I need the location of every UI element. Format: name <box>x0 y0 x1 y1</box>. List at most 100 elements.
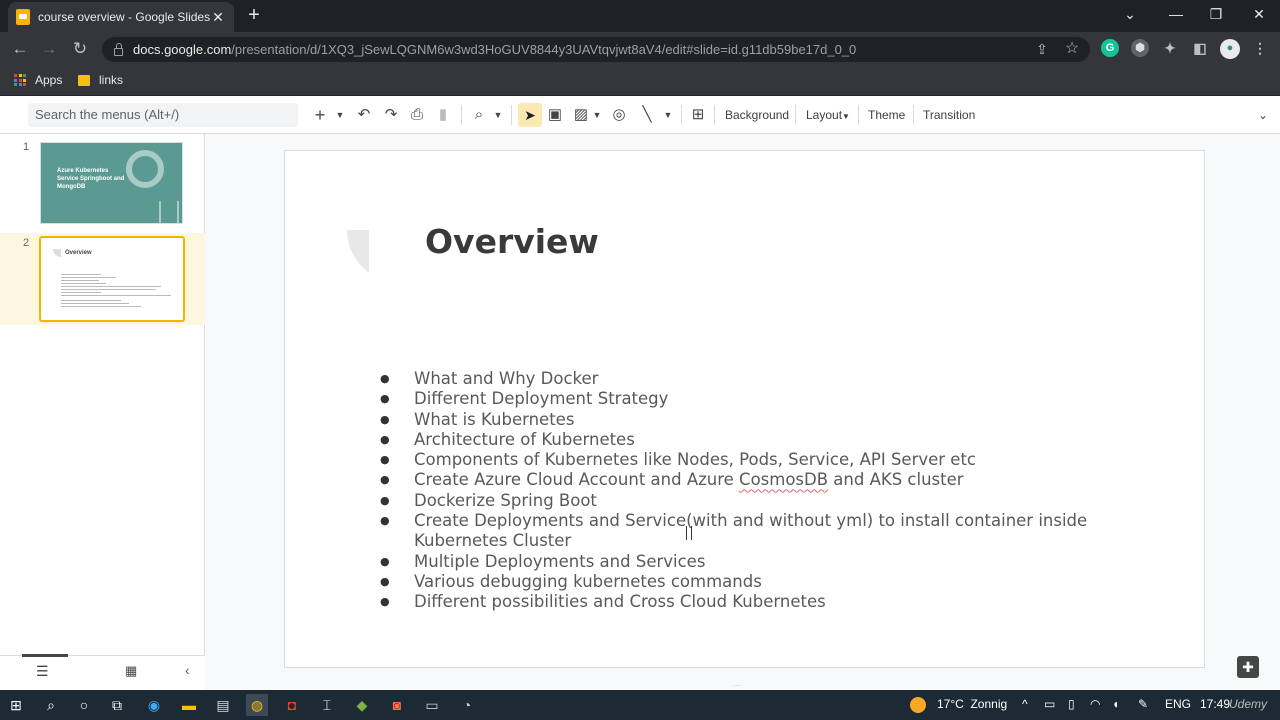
battery-icon: ▭ <box>1044 697 1056 711</box>
profile-avatar[interactable]: ● <box>1220 39 1240 59</box>
collapse-filmstrip-icon[interactable]: ‹ <box>185 662 199 680</box>
bookmark-star-icon[interactable]: ☆ <box>1063 40 1081 58</box>
terminal-icon[interactable]: ▭ <box>421 694 443 716</box>
task-view-icon[interactable]: ⧉ <box>106 694 128 716</box>
thumbnail-line <box>61 300 121 301</box>
theme-button[interactable]: Theme <box>868 103 905 127</box>
slide-thumbnail-1[interactable]: Azure Kubernetes Service Springboot and … <box>40 142 183 224</box>
new-slide-icon[interactable]: + <box>312 103 328 127</box>
thumbnail-line <box>61 306 141 307</box>
minimize-icon[interactable]: — <box>1161 4 1191 26</box>
sourcetree-icon[interactable]: ◆ <box>351 694 373 716</box>
bookmarks-bar <box>0 66 1280 96</box>
add-comment-icon[interactable]: ⊞ <box>688 103 708 127</box>
zoom-icon[interactable]: ⌕ <box>469 103 489 127</box>
toolbar-divider <box>714 105 715 125</box>
toolbar-divider <box>913 105 914 125</box>
line-dropdown-icon[interactable]: ▼ <box>662 103 674 127</box>
back-icon[interactable]: ← <box>9 38 31 60</box>
undo-icon[interactable]: ↶ <box>354 103 374 127</box>
redo-icon[interactable]: ↷ <box>381 103 401 127</box>
address-bar[interactable]: docs.google.com/presentation/d/1XQ3_jSew… <box>102 37 1090 62</box>
search-icon[interactable]: ⌕ <box>40 694 62 716</box>
select-tool-button[interactable]: ➤ <box>518 103 542 127</box>
transition-button[interactable]: Transition <box>923 103 975 127</box>
ide-icon[interactable]: ⌶ <box>316 694 338 716</box>
paint-format-icon[interactable]: ▮ <box>433 103 453 127</box>
bullet-item: Components of Kubernetes like Nodes, Pod… <box>380 450 1100 471</box>
edge-icon[interactable]: ◉ <box>143 694 165 716</box>
bullet-item: Different possibilities and Cross Cloud … <box>380 592 1100 613</box>
show-hidden-icons-icon[interactable]: ^ <box>1022 697 1028 711</box>
file-explorer-icon[interactable]: ▬ <box>178 694 200 716</box>
background-button[interactable]: Background <box>725 103 789 127</box>
tab-search-icon[interactable]: ⌄ <box>1115 4 1145 26</box>
thumbnail-line <box>61 292 101 293</box>
browser-tab[interactable]: course overview - Google Slides ✕ <box>8 2 234 32</box>
extensions-puzzle-icon[interactable]: ✦ <box>1161 39 1179 57</box>
toolbar-divider <box>795 105 796 125</box>
bullet-item: What is Kubernetes <box>380 410 1100 431</box>
explore-icon[interactable]: ✚ <box>1237 656 1259 678</box>
store-icon[interactable]: ▤ <box>212 694 234 716</box>
close-window-icon[interactable]: ✕ <box>1244 4 1274 26</box>
clock[interactable]: 17:49 <box>1200 697 1230 711</box>
slide-bullet-list[interactable]: What and Why Docker Different Deployment… <box>380 369 1100 613</box>
restore-icon[interactable]: ❐ <box>1201 4 1231 26</box>
insert-image-icon[interactable]: ▨ <box>571 103 591 127</box>
slide-thumbnail-2[interactable]: Overview <box>39 236 185 322</box>
text-cursor-icon <box>686 526 692 540</box>
image-dropdown-icon[interactable]: ▼ <box>592 103 602 127</box>
google-slides-icon <box>16 9 30 25</box>
speaker-notes-handle[interactable]: ··· <box>733 682 753 690</box>
lock-icon <box>114 42 123 56</box>
layout-button[interactable]: Layout▼ <box>806 103 850 127</box>
collapse-toolbar-icon[interactable]: ⌄ <box>1254 103 1272 127</box>
clock-app-icon[interactable]: ◔ <box>456 694 478 716</box>
wifi-icon[interactable]: ◠ <box>1090 697 1100 711</box>
cortana-icon[interactable]: ○ <box>73 694 95 716</box>
side-panel-icon[interactable]: ◧ <box>1191 39 1209 57</box>
toolbar-divider <box>681 105 682 125</box>
watermark: Udemy <box>1229 697 1268 711</box>
grammarly-extension-icon[interactable]: G <box>1101 39 1119 57</box>
grid-view-icon[interactable]: ▦ <box>125 664 141 678</box>
print-icon[interactable]: ⎙ <box>407 103 427 127</box>
postman-icon[interactable]: ◙ <box>386 694 408 716</box>
windows-start-icon[interactable]: ⊞ <box>5 694 27 716</box>
bookmark-label: links <box>99 73 124 87</box>
slide-number: 2 <box>23 237 30 249</box>
new-tab-button[interactable]: + <box>244 4 264 28</box>
shape-icon[interactable]: ◎ <box>609 103 629 127</box>
thumbnail-line <box>61 303 129 304</box>
thumbnail-decoration <box>126 150 164 188</box>
slide-title[interactable]: Overview <box>425 222 599 261</box>
folder-icon <box>78 74 90 86</box>
weather-text[interactable]: 17°C Zonnig <box>937 697 1007 711</box>
line-icon[interactable]: ╲ <box>637 103 657 127</box>
menu-search-input[interactable]: Search the menus (Alt+/) <box>28 103 298 127</box>
language-indicator[interactable]: ENG <box>1165 697 1191 711</box>
reload-icon[interactable]: ↻ <box>69 38 91 60</box>
pen-icon[interactable]: ✎ <box>1138 697 1148 711</box>
browser-menu-icon[interactable]: ⋮ <box>1251 39 1269 57</box>
office-icon[interactable]: ◘ <box>281 694 303 716</box>
tab-close-icon[interactable]: ✕ <box>210 9 226 26</box>
bullet-item: Various debugging kubernetes commands <box>380 572 1100 593</box>
filmstrip-footer <box>0 655 205 690</box>
new-slide-dropdown-icon[interactable]: ▼ <box>334 103 346 127</box>
thumbnail-line <box>61 295 171 296</box>
volume-icon[interactable]: ◖ <box>1112 697 1119 711</box>
zoom-dropdown-icon[interactable]: ▼ <box>492 103 504 127</box>
extension-icon[interactable]: ⬢ <box>1131 39 1149 57</box>
forward-icon[interactable]: → <box>38 38 60 60</box>
weather-sun-icon[interactable] <box>910 697 926 713</box>
filmstrip-view-icon[interactable]: ☰ <box>36 664 52 678</box>
share-icon[interactable]: ⇪ <box>1033 40 1051 58</box>
bookmark-apps[interactable]: Apps <box>14 70 62 90</box>
text-box-icon[interactable]: ▣ <box>545 103 565 127</box>
chrome-icon[interactable]: ◍ <box>246 694 268 716</box>
bookmark-links-folder[interactable]: links <box>74 70 123 90</box>
meet-now-icon[interactable]: ▯ <box>1068 697 1075 711</box>
thumbnail-line <box>61 289 156 290</box>
